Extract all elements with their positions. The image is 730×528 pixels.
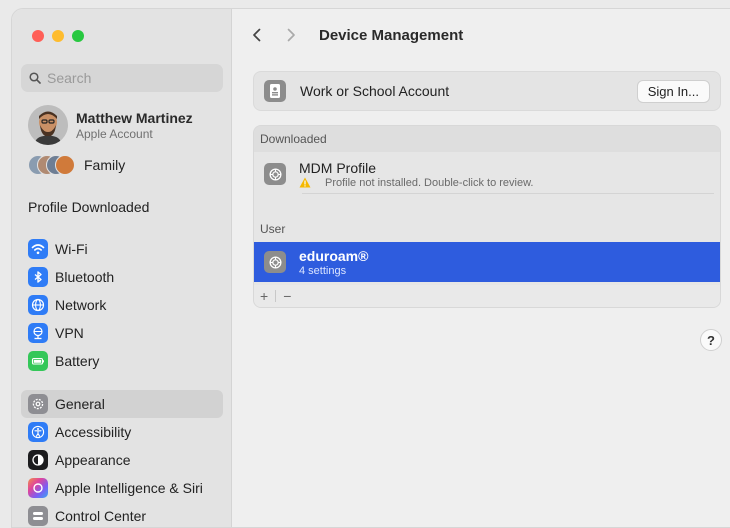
gear-icon: [264, 251, 286, 273]
sidebar: Matthew Martinez Apple Account Family Pr…: [12, 9, 232, 527]
toolbar: Device Management: [233, 9, 730, 61]
warning-icon: [299, 177, 311, 188]
work-school-account-row: Work or School Account Sign In...: [253, 71, 721, 111]
main-content: Device Management Work or School Account…: [233, 9, 730, 527]
window-controls: [32, 30, 84, 42]
sidebar-item-label: Wi-Fi: [55, 241, 88, 257]
sidebar-item-wifi[interactable]: Wi-Fi: [21, 235, 223, 263]
user-section-header: User: [260, 222, 286, 236]
footer-separator: [275, 290, 277, 302]
sidebar-item-label: Bluetooth: [55, 269, 115, 285]
search-field[interactable]: [21, 64, 223, 92]
battery-icon: [28, 351, 48, 371]
family-item[interactable]: Family: [28, 155, 125, 175]
sidebar-item-label: Appearance: [55, 452, 131, 468]
sidebar-item-vpn[interactable]: VPN: [21, 319, 223, 347]
eduroam-profile-row[interactable]: eduroam® 4 settings: [254, 242, 720, 282]
siri-icon: [28, 478, 48, 498]
profile-downloaded-item[interactable]: Profile Downloaded: [28, 199, 149, 215]
row-divider: [302, 193, 714, 194]
sidebar-item-label: Apple Intelligence & Siri: [55, 480, 203, 496]
zoom-window-button[interactable]: [72, 30, 84, 42]
sidebar-item-accessibility[interactable]: Accessibility: [21, 418, 223, 446]
chevron-left-icon: [253, 28, 261, 42]
sidebar-item-label: Battery: [55, 353, 100, 369]
help-button[interactable]: ?: [700, 329, 722, 351]
chevron-right-icon: [287, 28, 295, 42]
id-badge-icon: [264, 80, 286, 102]
downloaded-section-header: Downloaded: [254, 126, 720, 152]
gear-icon: [28, 394, 48, 414]
apple-account-item[interactable]: Matthew Martinez Apple Account: [28, 105, 193, 145]
sidebar-item-control-center[interactable]: Control Center: [21, 502, 223, 527]
eduroam-title: eduroam®: [299, 247, 369, 264]
avatar: [28, 105, 68, 145]
family-avatars: [28, 155, 76, 175]
sidebar-item-bluetooth[interactable]: Bluetooth: [21, 263, 223, 291]
forward-button[interactable]: [281, 25, 301, 45]
add-profile-button[interactable]: +: [260, 288, 268, 304]
accessibility-icon: [28, 422, 48, 442]
sidebar-item-label: VPN: [55, 325, 84, 341]
sidebar-item-network[interactable]: Network: [21, 291, 223, 319]
profiles-list: Downloaded MDM Profile Profile not insta…: [253, 125, 721, 308]
list-footer: + −: [254, 285, 720, 307]
sidebar-item-label: Network: [55, 297, 107, 313]
mdm-profile-row[interactable]: MDM Profile Profile not installed. Doubl…: [254, 154, 720, 194]
search-input[interactable]: [47, 70, 207, 86]
search-icon: [29, 72, 41, 84]
appearance-icon: [28, 450, 48, 470]
settings-window: Matthew Martinez Apple Account Family Pr…: [11, 8, 730, 528]
bluetooth-icon: [28, 267, 48, 287]
sidebar-item-battery[interactable]: Battery: [21, 347, 223, 375]
account-name: Matthew Martinez: [76, 109, 193, 126]
mdm-profile-status: Profile not installed. Double-click to r…: [325, 176, 534, 189]
gear-icon: [264, 163, 286, 185]
back-button[interactable]: [247, 25, 267, 45]
sidebar-item-label: Accessibility: [55, 424, 132, 440]
minimize-window-button[interactable]: [52, 30, 64, 42]
vpn-icon: [28, 323, 48, 343]
sidebar-item-label: Control Center: [55, 508, 147, 524]
work-school-label: Work or School Account: [300, 83, 450, 99]
sidebar-item-appearance[interactable]: Appearance: [21, 446, 223, 474]
globe-icon: [28, 295, 48, 315]
sidebar-item-label: General: [55, 396, 105, 412]
remove-profile-button[interactable]: −: [283, 288, 291, 304]
account-subtitle: Apple Account: [76, 126, 153, 141]
sidebar-item-apple-intelligence[interactable]: Apple Intelligence & Siri: [21, 474, 223, 502]
control-center-icon: [28, 506, 48, 526]
eduroam-subtitle: 4 settings: [299, 264, 347, 277]
page-title: Device Management: [319, 26, 464, 44]
mdm-profile-title: MDM Profile: [299, 159, 377, 176]
sign-in-button[interactable]: Sign In...: [636, 80, 710, 103]
close-window-button[interactable]: [32, 30, 44, 42]
family-label: Family: [84, 157, 126, 173]
wifi-icon: [28, 239, 48, 259]
sidebar-item-general[interactable]: General: [21, 390, 223, 418]
